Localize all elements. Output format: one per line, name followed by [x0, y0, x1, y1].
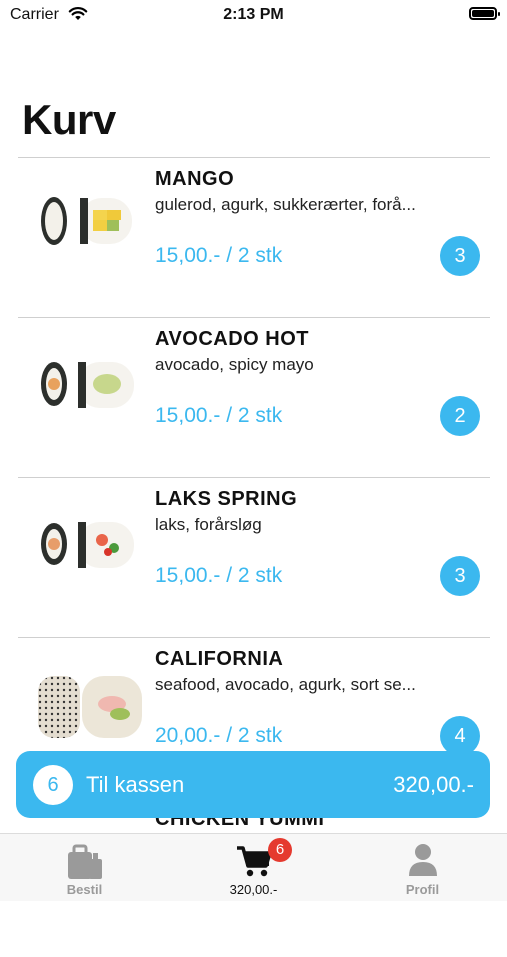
- tab-label: Bestil: [66, 882, 103, 897]
- tab-label: 320,00.-: [229, 882, 278, 897]
- checkout-label: Til kassen: [86, 772, 185, 797]
- cart-item[interactable]: AVOCADO HOT avocado, spicy mayo 15,00.- …: [18, 317, 490, 477]
- item-name: MANGO: [155, 168, 235, 190]
- cart-count-badge: 6: [268, 838, 292, 862]
- checkout-button[interactable]: 6 Til kassen 320,00.-: [16, 751, 490, 818]
- item-name: AVOCADO HOT: [155, 328, 310, 350]
- item-description: gulerod, agurk, sukkerærter, forå...: [155, 195, 416, 214]
- item-price: 15,00.- / 2 stk: [155, 564, 283, 587]
- tab-bar: Bestil 320,00.- Profil: [0, 833, 507, 901]
- sushi-image: [41, 197, 132, 245]
- tab-label: Profil: [405, 882, 440, 897]
- item-description: avocado, spicy mayo: [155, 355, 314, 374]
- battery-icon: [469, 7, 500, 20]
- status-bar: Carrier 2:13 PM: [0, 0, 507, 32]
- quantity-badge[interactable]: 3: [440, 236, 480, 276]
- checkout-total: 320,00.-: [393, 772, 474, 797]
- tab-bestil[interactable]: Bestil: [0, 834, 169, 901]
- checkout-count-badge: 6: [33, 765, 73, 805]
- bag-icon: [67, 844, 102, 879]
- item-name: CALIFORNIA: [155, 648, 284, 670]
- sushi-image: [41, 522, 134, 568]
- cart-item[interactable]: LAKS SPRING laks, forårsløg 15,00.- / 2 …: [18, 477, 490, 637]
- item-name: LAKS SPRING: [155, 488, 298, 510]
- status-time: 2:13 PM: [223, 6, 284, 23]
- quantity-badge[interactable]: 2: [440, 396, 480, 436]
- quantity-badge[interactable]: 4: [440, 716, 480, 756]
- page-title: Kurv: [22, 96, 116, 143]
- quantity-badge[interactable]: 3: [440, 556, 480, 596]
- item-price: 15,00.- / 2 stk: [155, 244, 283, 267]
- sushi-image: [41, 362, 134, 408]
- tab-cart[interactable]: 320,00.-: [169, 834, 338, 901]
- tab-profil[interactable]: Profil: [338, 834, 507, 901]
- item-price: 15,00.- / 2 stk: [155, 404, 283, 427]
- cart-icon: [236, 846, 272, 877]
- cart-item[interactable]: MANGO gulerod, agurk, sukkerærter, forå.…: [18, 157, 490, 317]
- sushi-image: [38, 676, 142, 738]
- item-description: laks, forårsløg: [155, 515, 262, 534]
- person-icon: [408, 844, 437, 876]
- item-price: 20,00.- / 2 stk: [155, 724, 283, 747]
- item-description: seafood, avocado, agurk, sort se...: [155, 675, 416, 694]
